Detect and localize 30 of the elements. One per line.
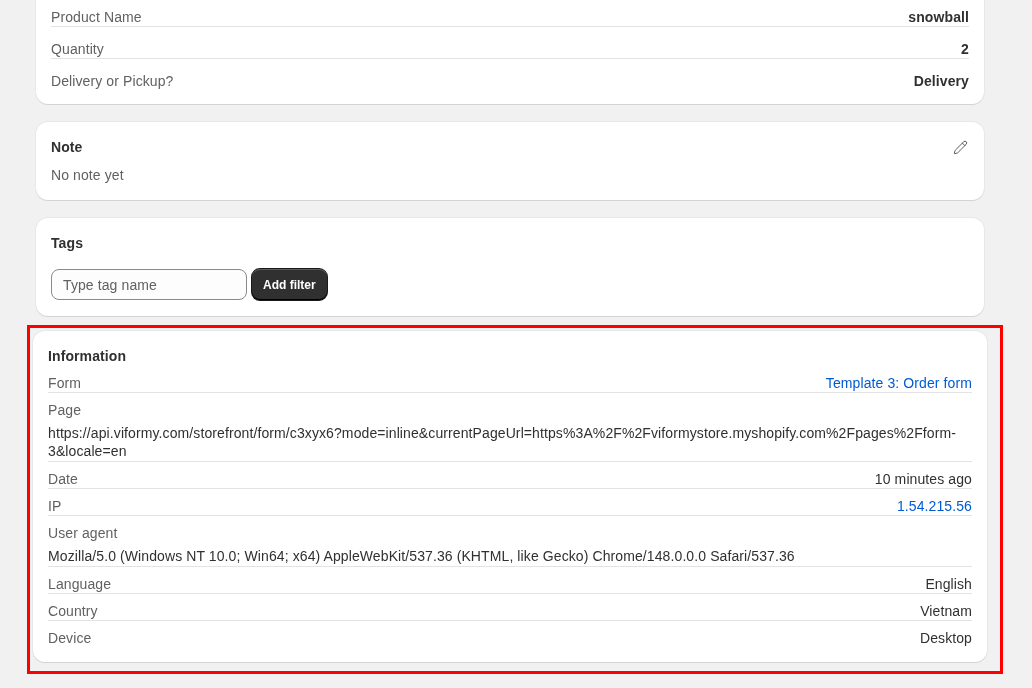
field-value: 10 minutes ago (874, 471, 972, 487)
field-label: Device (48, 630, 92, 646)
field-label: Date (48, 471, 78, 487)
field-label: Product Name (51, 9, 142, 25)
tag-input-field[interactable]: Type tag name (51, 269, 247, 300)
card-title: Note (51, 139, 83, 155)
field-value: Delivery (913, 73, 969, 89)
field-label: IP (48, 498, 62, 514)
field-label: Form (48, 375, 82, 391)
add-filter-button[interactable]: Add filter (252, 269, 327, 300)
field-label: Language (48, 576, 112, 592)
field-value: Mozilla/5.0 (Windows NT 10.0; Win64; x64) AppleWebKit/537.36 (KHTML, like Gecko) Chrome/148.0.0.0 Safari/537.36 (48, 548, 795, 564)
link[interactable]: 1.54.215.56 (896, 498, 972, 514)
field-value: English (925, 576, 972, 592)
note-text: No note yet (51, 167, 125, 183)
field-value: snowball (908, 9, 969, 25)
field-label: User agent (48, 525, 119, 541)
link[interactable]: Template 3: Order form (825, 375, 972, 391)
field-value: Desktop (919, 630, 972, 646)
field-value: 2 (961, 41, 969, 57)
pencil-icon (953, 139, 968, 155)
field-label: Quantity (51, 41, 104, 57)
card-title: Information (48, 348, 128, 364)
edit-button[interactable] (953, 139, 968, 155)
card-title: Tags (51, 235, 85, 251)
field-value: Vietnam (920, 603, 972, 619)
field-label: Country (48, 603, 98, 619)
field-label: Page (48, 402, 83, 418)
field-label: Delivery or Pickup? (51, 73, 174, 89)
field-value: https://api.viformy.com/storefront/form/c3xyx6?mode=inline&currentPageUrl=https%3A%2F%2Fviformystore.myshopify.com%2Fpages%2Fform-3&locale=en (48, 425, 957, 459)
